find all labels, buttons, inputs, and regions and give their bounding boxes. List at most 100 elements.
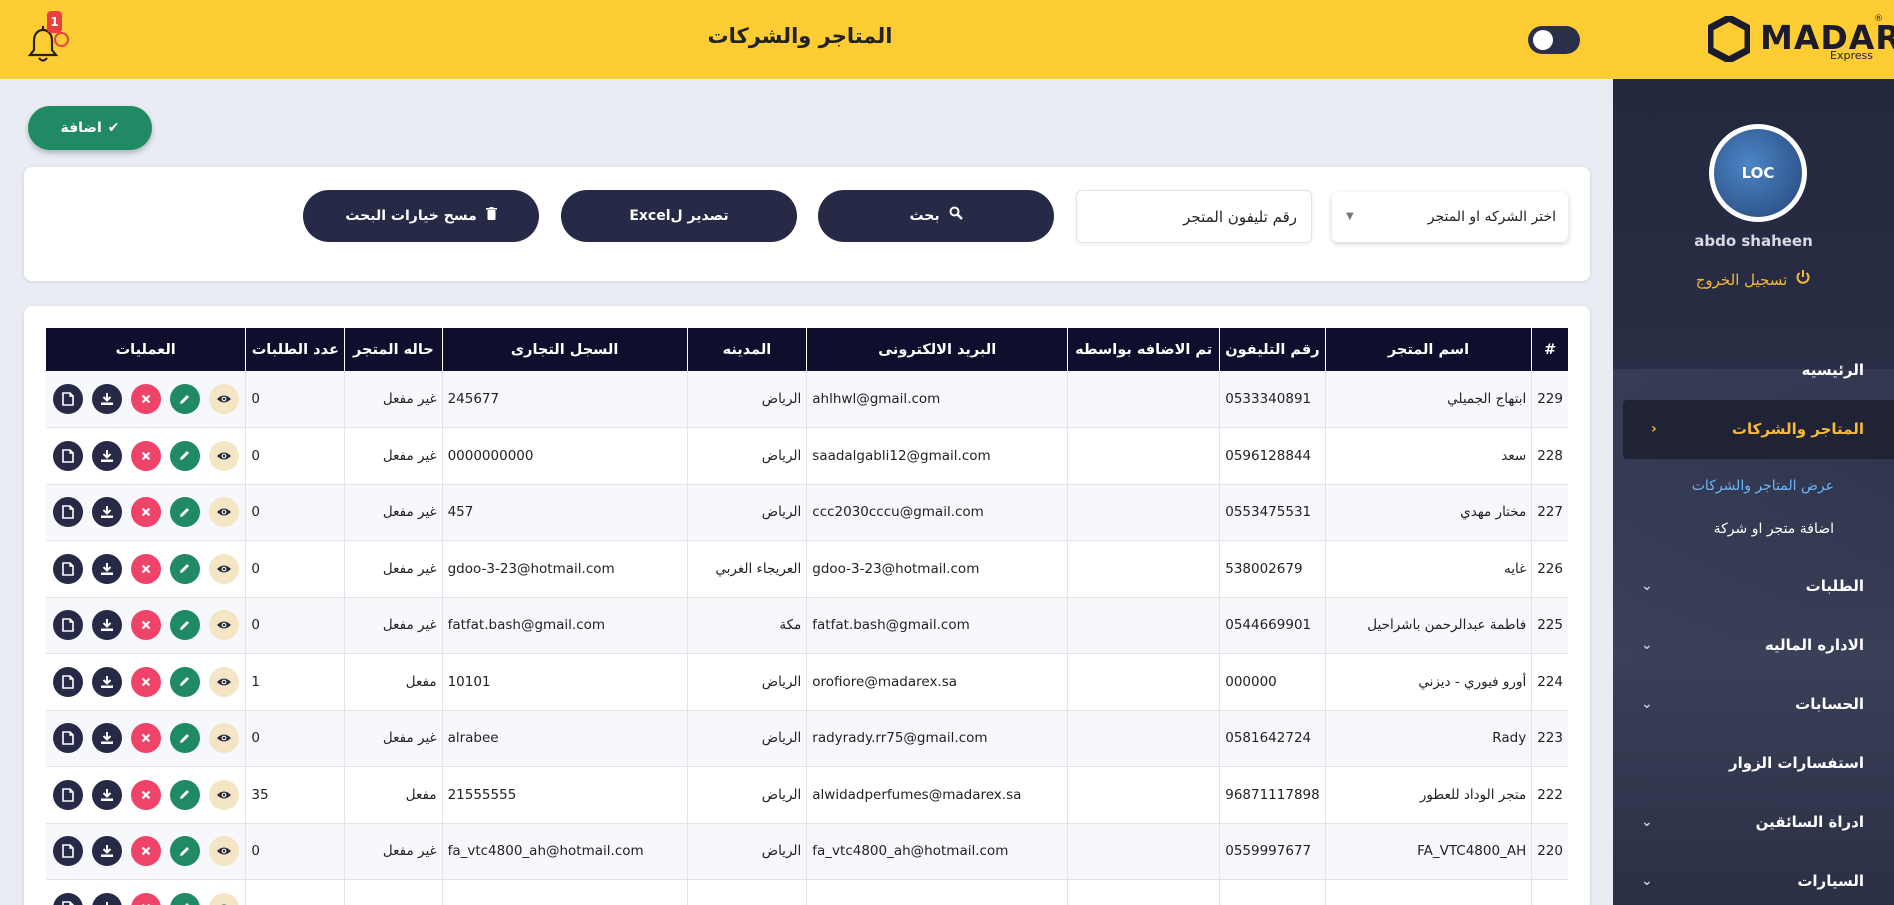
sidebar-item-label: الاداره الماليه (1764, 636, 1864, 654)
delete-button[interactable] (130, 553, 161, 584)
view-button[interactable] (208, 610, 239, 641)
cell-commercial-register: gdoo-3-23@hotmail.com (441, 540, 688, 598)
download-button[interactable] (91, 440, 122, 471)
edit-button[interactable] (169, 440, 200, 471)
cell-added-by (1067, 427, 1220, 485)
avatar[interactable]: LOC (1709, 124, 1807, 222)
document-button[interactable] (52, 892, 83, 905)
add-store-button[interactable]: ✔ اضافة (28, 106, 152, 150)
logout-label: تسجيل الخروج (1695, 271, 1788, 289)
search-button[interactable]: بحث (818, 190, 1054, 242)
delete-button[interactable] (130, 666, 161, 697)
store-phone-input[interactable] (1076, 190, 1312, 243)
edit-button[interactable] (169, 497, 200, 528)
column-header-status[interactable]: حاله المتجر (344, 328, 443, 371)
view-button[interactable] (208, 892, 239, 905)
madar-logo[interactable]: MADAR Express ® (1708, 14, 1894, 64)
view-button[interactable] (208, 497, 239, 528)
sidebar-subitem-add-store[interactable]: اضافة متجر او شركة (1613, 508, 1894, 551)
view-button[interactable] (208, 723, 239, 754)
delete-button[interactable] (130, 892, 161, 905)
column-header-store-name[interactable]: اسم المتجر (1324, 328, 1532, 371)
edit-button[interactable] (169, 384, 200, 414)
cell-orders-count: 0 (245, 427, 345, 485)
export-excel-button[interactable]: تصدير لExcel (561, 190, 797, 242)
logout-link[interactable]: تسجيل الخروج (1613, 269, 1894, 289)
close-icon (141, 451, 150, 461)
cell-store-name: غايه (1324, 540, 1532, 598)
sidebar-item-orders[interactable]: الطلبات ⌄ (1613, 557, 1894, 616)
edit-button[interactable] (169, 553, 200, 584)
delete-button[interactable] (130, 779, 161, 810)
edit-button[interactable] (169, 610, 200, 641)
document-button[interactable] (52, 779, 83, 810)
clear-search-button[interactable]: مسح خيارات البحث (303, 190, 539, 242)
cell-phone: 538002679 (1219, 540, 1326, 598)
delete-button[interactable] (130, 497, 161, 528)
sidebar-item-inquiries[interactable]: استفسارات الزوار (1613, 734, 1894, 793)
sidebar-item-drivers[interactable]: ادراة السائقين ⌄ (1613, 793, 1894, 852)
view-button[interactable] (208, 779, 239, 810)
column-header-email[interactable]: البريد الالكترونى (806, 328, 1068, 371)
edit-button[interactable] (169, 723, 200, 754)
table-row (46, 879, 1568, 905)
close-icon (141, 620, 150, 630)
download-button[interactable] (91, 610, 122, 641)
document-icon (61, 505, 74, 520)
view-button[interactable] (208, 836, 239, 867)
document-button[interactable] (52, 384, 83, 414)
document-button[interactable] (52, 666, 83, 697)
view-button[interactable] (208, 440, 239, 471)
document-button[interactable] (52, 497, 83, 528)
pencil-icon (180, 790, 190, 800)
sidebar-item-finance[interactable]: الاداره الماليه ⌄ (1613, 616, 1894, 675)
cell-store-name: ابتهاج الجميلي (1324, 371, 1532, 428)
edit-button[interactable] (169, 892, 200, 905)
cell-operations (46, 879, 246, 905)
document-button[interactable] (52, 440, 83, 471)
download-button[interactable] (91, 497, 122, 528)
column-header-orders-count[interactable]: عدد الطلبات (245, 328, 345, 371)
view-button[interactable] (208, 553, 239, 584)
row-actions (52, 440, 239, 471)
pencil-icon (180, 733, 190, 743)
column-header-added-by[interactable]: تم الاضافه بواسطه (1067, 328, 1220, 371)
document-button[interactable] (52, 610, 83, 641)
sidebar-item-stores[interactable]: المتاجر والشركات ‹ (1623, 400, 1894, 459)
column-header-id[interactable]: # (1531, 328, 1568, 371)
document-button[interactable] (52, 836, 83, 867)
download-button[interactable] (91, 723, 122, 754)
delete-button[interactable] (130, 610, 161, 641)
column-header-phone[interactable]: رقم التليفون (1219, 328, 1326, 371)
store-select[interactable]: اختر الشركه او المتجر ▼ (1332, 192, 1568, 242)
cell-id: 227 (1531, 484, 1568, 541)
row-actions (52, 723, 239, 754)
download-button[interactable] (91, 836, 122, 867)
edit-button[interactable] (169, 836, 200, 867)
download-button[interactable] (91, 892, 122, 905)
document-button[interactable] (52, 553, 83, 584)
document-button[interactable] (52, 723, 83, 754)
column-header-city[interactable]: المدينه (686, 328, 807, 371)
delete-button[interactable] (130, 836, 161, 867)
download-button[interactable] (91, 384, 122, 414)
view-button[interactable] (208, 384, 239, 414)
edit-button[interactable] (169, 779, 200, 810)
sidebar-item-cars[interactable]: السيارات ⌄ (1613, 852, 1894, 905)
download-button[interactable] (91, 779, 122, 810)
cell-store-name: فاطمة عبدالرحمن باشراحيل (1324, 597, 1532, 654)
download-button[interactable] (91, 553, 122, 584)
delete-button[interactable] (130, 440, 161, 471)
download-button[interactable] (91, 666, 122, 697)
cell-operations (46, 484, 246, 541)
sidebar-item-accounts[interactable]: الحسابات ⌄ (1613, 675, 1894, 734)
edit-button[interactable] (169, 666, 200, 697)
sidebar-item-home[interactable]: الرئيسيه (1613, 341, 1894, 400)
view-button[interactable] (208, 666, 239, 697)
column-header-commercial-register[interactable]: السجل التجارى (441, 328, 688, 371)
sidebar-subitem-view-stores[interactable]: عرض المتاجر والشركات (1613, 465, 1894, 508)
cell-commercial-register: fa_vtc4800_ah@hotmail.com (441, 823, 688, 880)
delete-button[interactable] (130, 723, 161, 754)
delete-button[interactable] (130, 384, 161, 414)
theme-toggle[interactable] (1528, 26, 1580, 54)
